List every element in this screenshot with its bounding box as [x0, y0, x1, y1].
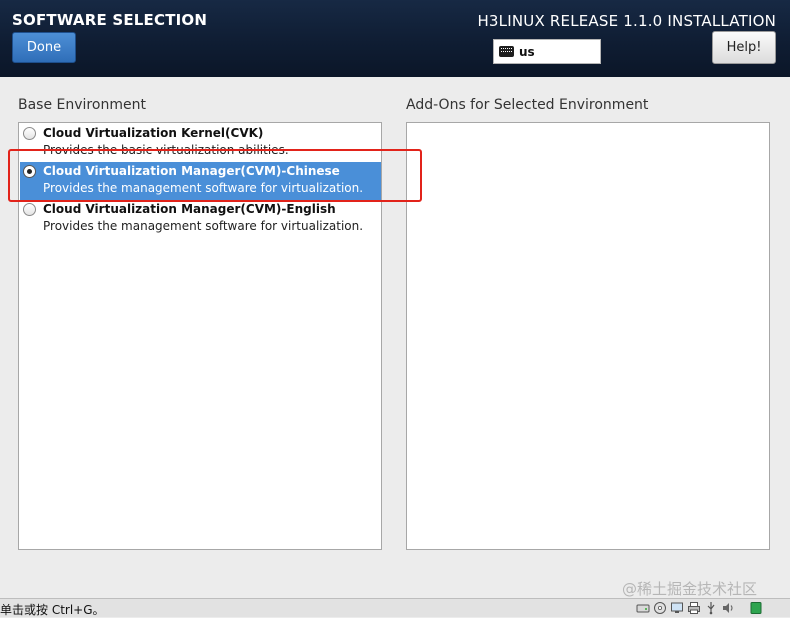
status-tray	[636, 601, 763, 615]
env-option-name: Cloud Virtualization Manager(CVM)-Chines…	[43, 164, 340, 178]
env-option-description: Provides the basic virtualization abilit…	[43, 143, 289, 157]
env-option-description: Provides the management software for vir…	[43, 181, 364, 195]
keyboard-icon	[499, 46, 514, 57]
env-option-cvm-chinese[interactable]: Cloud Virtualization Manager(CVM)-Chines…	[20, 162, 381, 200]
done-button[interactable]: Done	[12, 32, 76, 63]
env-option-cvk[interactable]: Cloud Virtualization Kernel(CVK) Provide…	[20, 124, 381, 162]
env-option-name: Cloud Virtualization Manager(CVM)-Englis…	[43, 202, 336, 216]
addons-label: Add-Ons for Selected Environment	[406, 97, 649, 113]
spoke-title: SOFTWARE SELECTION	[12, 11, 208, 29]
radio-button[interactable]	[23, 127, 36, 140]
addons-list[interactable]	[406, 122, 770, 550]
status-hint: 单击或按 Ctrl+G。	[0, 603, 105, 617]
base-environment-list: Cloud Virtualization Kernel(CVK) Provide…	[18, 122, 382, 550]
env-option-description: Provides the management software for vir…	[43, 219, 364, 233]
base-environment-label: Base Environment	[18, 97, 146, 113]
tray-separator	[738, 601, 746, 615]
keyboard-layout-indicator[interactable]: us	[493, 39, 601, 64]
cdrom-icon[interactable]	[653, 601, 667, 615]
help-button[interactable]: Help!	[712, 31, 776, 64]
disk-icon[interactable]	[636, 601, 650, 615]
printer-icon[interactable]	[687, 601, 701, 615]
keyboard-layout-label: us	[519, 44, 535, 59]
radio-button[interactable]	[23, 203, 36, 216]
watermark: @稀土掘金技术社区	[622, 580, 758, 598]
status-bar: 单击或按 Ctrl+G。	[0, 598, 790, 617]
sound-icon[interactable]	[721, 601, 735, 615]
usb-icon[interactable]	[704, 601, 718, 615]
env-option-cvm-english[interactable]: Cloud Virtualization Manager(CVM)-Englis…	[20, 200, 381, 238]
product-title: H3LINUX RELEASE 1.1.0 INSTALLATION	[477, 12, 776, 30]
env-option-name: Cloud Virtualization Kernel(CVK)	[43, 126, 264, 140]
header-bar: SOFTWARE SELECTION Done H3LINUX RELEASE …	[0, 0, 790, 77]
radio-button[interactable]	[23, 165, 36, 178]
display-icon[interactable]	[749, 601, 763, 615]
network-icon[interactable]	[670, 601, 684, 615]
